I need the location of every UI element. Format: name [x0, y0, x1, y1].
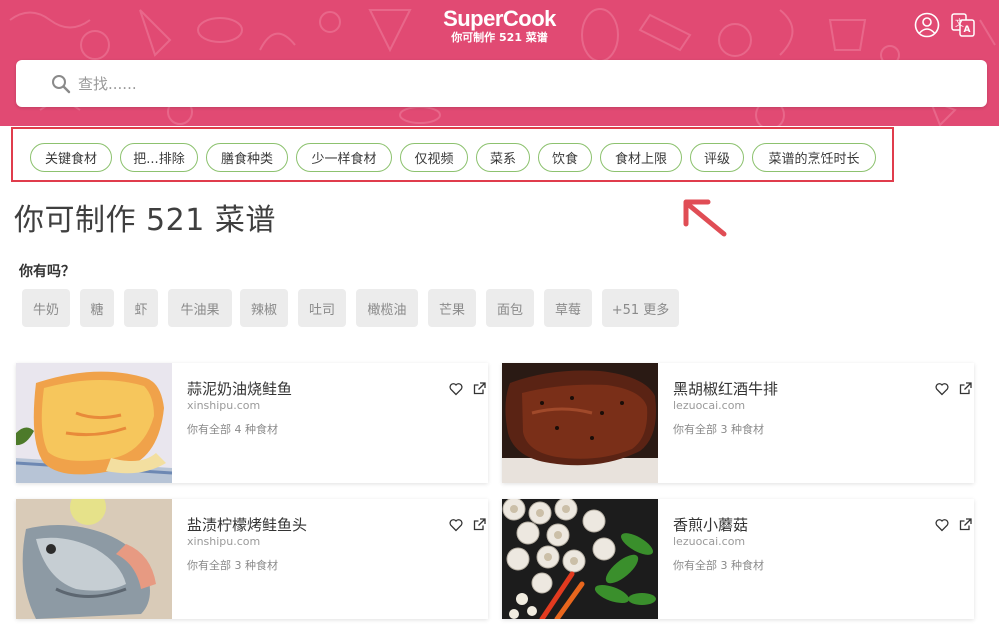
suggestion-chip[interactable]: 牛奶	[22, 289, 70, 327]
filter-video-only[interactable]: 仅视频	[400, 143, 468, 172]
recipe-title[interactable]: 香煎小蘑菇	[673, 514, 748, 535]
suggestion-chip[interactable]: 芒果	[428, 289, 476, 327]
recipe-thumbnail	[502, 363, 658, 483]
recipe-card[interactable]: 蒜泥奶油烧鲑鱼 xinshipu.com 你有全部 4 种食材	[16, 363, 488, 483]
external-link-icon[interactable]	[473, 518, 486, 531]
suggestion-chip[interactable]: 辣椒	[240, 289, 288, 327]
recipe-title[interactable]: 蒜泥奶油烧鲑鱼	[187, 378, 292, 399]
heart-icon[interactable]	[449, 518, 463, 532]
recipe-ingredient-count: 你有全部 3 种食材	[673, 559, 764, 572]
recipe-card[interactable]: 香煎小蘑菇 lezuocai.com 你有全部 3 种食材	[502, 499, 974, 619]
recipe-title[interactable]: 盐渍柠檬烤鲑鱼头	[187, 514, 307, 535]
recipe-ingredient-count: 你有全部 3 种食材	[187, 559, 278, 572]
suggestion-chip[interactable]: 吐司	[298, 289, 346, 327]
recipe-ingredient-count: 你有全部 3 种食材	[673, 423, 764, 436]
suggestion-chip[interactable]: 草莓	[544, 289, 592, 327]
annotation-arrow	[683, 199, 727, 237]
have-ingredients-label: 你有吗？	[19, 264, 75, 280]
external-link-icon[interactable]	[473, 382, 486, 395]
filter-missing-one[interactable]: 少一样食材	[296, 143, 392, 172]
filter-ingredient-limit[interactable]: 食材上限	[600, 143, 682, 172]
heart-icon[interactable]	[935, 382, 949, 396]
brand-logo[interactable]: SuperCook	[0, 7, 999, 31]
recipe-source: xinshipu.com	[187, 535, 261, 548]
filter-exclude[interactable]: 把...排除	[120, 143, 198, 172]
recipe-source: lezuocai.com	[673, 399, 746, 412]
filter-meal-type[interactable]: 膳食种类	[206, 143, 288, 172]
external-link-icon[interactable]	[959, 382, 972, 395]
suggestion-chip[interactable]: 糖	[80, 289, 114, 327]
filter-rating[interactable]: 评级	[690, 143, 744, 172]
svg-text:A: A	[964, 25, 971, 35]
recipe-thumbnail	[502, 499, 658, 619]
brand: SuperCook 你可制作 521 菜谱	[0, 7, 999, 45]
filter-cook-time[interactable]: 菜谱的烹饪时长	[752, 143, 876, 172]
heart-icon[interactable]	[449, 382, 463, 396]
user-icon[interactable]	[914, 12, 940, 38]
search-icon	[52, 75, 71, 94]
recipe-card[interactable]: 黑胡椒红酒牛排 lezuocai.com 你有全部 3 种食材	[502, 363, 974, 483]
recipe-thumbnail	[16, 363, 172, 483]
heart-icon[interactable]	[935, 518, 949, 532]
recipe-source: lezuocai.com	[673, 535, 746, 548]
suggestion-chip[interactable]: 虾	[124, 289, 158, 327]
external-link-icon[interactable]	[959, 518, 972, 531]
search-input[interactable]	[78, 71, 958, 97]
suggestion-chip[interactable]: 牛油果	[168, 289, 232, 327]
filter-cuisine[interactable]: 菜系	[476, 143, 530, 172]
page-title: 你可制作 521 菜谱	[14, 203, 276, 238]
recipe-card[interactable]: 盐渍柠檬烤鲑鱼头 xinshipu.com 你有全部 3 种食材	[16, 499, 488, 619]
recipe-thumbnail	[16, 499, 172, 619]
filter-key-ingredients[interactable]: 关键食材	[30, 143, 112, 172]
translate-icon[interactable]: 文 A	[950, 12, 976, 38]
recipe-source: xinshipu.com	[187, 399, 261, 412]
search-bar	[16, 60, 987, 107]
suggestion-chip[interactable]: 面包	[486, 289, 534, 327]
recipe-title[interactable]: 黑胡椒红酒牛排	[673, 378, 778, 399]
suggestion-chip[interactable]: 橄榄油	[356, 289, 418, 327]
header-banner: SuperCook 你可制作 521 菜谱 文 A	[0, 0, 999, 126]
recipe-ingredient-count: 你有全部 4 种食材	[187, 423, 278, 436]
filter-diet[interactable]: 饮食	[538, 143, 592, 172]
brand-subtitle: 你可制作 521 菜谱	[451, 31, 548, 44]
suggestion-more-chip[interactable]: +51 更多	[602, 289, 679, 327]
